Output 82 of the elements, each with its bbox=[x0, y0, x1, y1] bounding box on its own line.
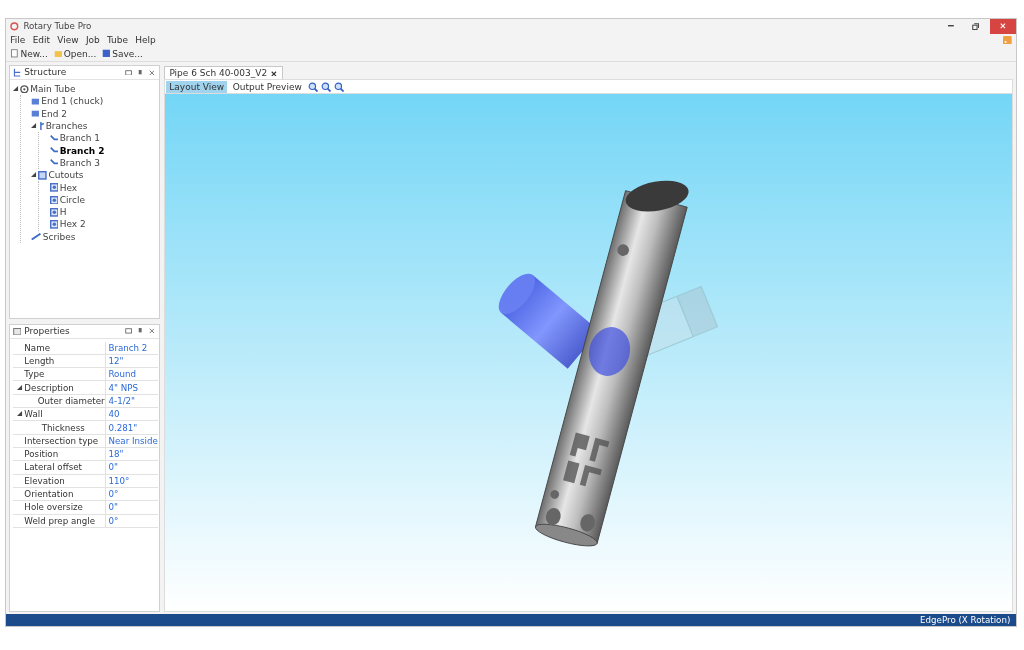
property-name: Lateral offset bbox=[24, 462, 82, 473]
tree-item[interactable]: Scribes bbox=[42, 231, 76, 242]
3d-viewport[interactable] bbox=[164, 93, 1014, 612]
expand-arrow-icon[interactable] bbox=[31, 172, 37, 179]
property-name: Position bbox=[24, 449, 59, 460]
property-value[interactable]: Round bbox=[105, 368, 158, 382]
window-title: Rotary Tube Pro bbox=[23, 21, 93, 32]
zoom-in-icon[interactable] bbox=[307, 81, 318, 93]
tree-item[interactable]: Branch 3 bbox=[59, 157, 100, 168]
panel-title: Structure bbox=[24, 67, 68, 78]
zoom-fit-icon[interactable] bbox=[333, 81, 344, 93]
pen-icon bbox=[31, 233, 42, 241]
property-value[interactable]: 4-1/2" bbox=[105, 394, 158, 409]
app-logo-icon bbox=[10, 21, 20, 31]
tree-item[interactable]: Hex bbox=[59, 182, 78, 193]
float-icon[interactable] bbox=[123, 68, 133, 77]
property-value[interactable]: Near Inside bbox=[105, 434, 158, 448]
property-name: Hole oversize bbox=[24, 502, 83, 513]
property-value[interactable]: 18" bbox=[105, 448, 158, 462]
property-value[interactable]: 110° bbox=[105, 474, 158, 488]
property-value[interactable]: 0° bbox=[105, 514, 158, 528]
property-name: Wall bbox=[24, 409, 43, 420]
folder-icon bbox=[53, 49, 63, 59]
expand-arrow-icon[interactable] bbox=[12, 86, 19, 92]
cutout-icon bbox=[49, 183, 59, 192]
property-name: Outer diameter bbox=[37, 395, 105, 406]
property-name: Weld prep angle bbox=[24, 515, 96, 526]
new-file-icon bbox=[10, 49, 20, 59]
toolbar-button[interactable]: Open... bbox=[53, 48, 97, 59]
tree-item[interactable]: Branch 2 bbox=[59, 145, 105, 156]
properties-icon bbox=[12, 326, 22, 336]
tree-item[interactable]: H bbox=[59, 207, 67, 218]
expand-arrow-icon[interactable] bbox=[17, 384, 23, 391]
property-value[interactable]: 40 bbox=[105, 408, 158, 422]
property-name: Intersection type bbox=[24, 435, 99, 446]
property-name: Description bbox=[24, 382, 74, 393]
expand-arrow-icon[interactable] bbox=[17, 411, 23, 418]
cutout-icon bbox=[49, 195, 59, 205]
toolbar-button[interactable]: Save... bbox=[102, 48, 143, 59]
tree-item[interactable]: Branch 1 bbox=[59, 133, 100, 144]
branch-icon bbox=[38, 121, 45, 131]
property-value[interactable]: 0° bbox=[105, 487, 158, 502]
property-value[interactable]: 12" bbox=[105, 354, 158, 369]
tree-item[interactable]: Main Tube bbox=[30, 84, 76, 95]
property-value[interactable]: 0" bbox=[105, 501, 158, 515]
property-name: Length bbox=[24, 356, 55, 366]
property-name: Orientation bbox=[24, 489, 74, 500]
property-name: Type bbox=[24, 369, 45, 380]
panel-title: Properties bbox=[24, 326, 71, 337]
document-tab[interactable]: Pipe 6 Sch 40-003_V2 bbox=[164, 66, 283, 80]
tree-item[interactable]: End 2 bbox=[41, 108, 67, 119]
toolbar-button[interactable]: New... bbox=[10, 48, 48, 59]
expand-arrow-icon[interactable] bbox=[31, 123, 37, 129]
cutout-icon bbox=[38, 170, 48, 180]
property-name: Thickness bbox=[41, 422, 85, 433]
menu-item[interactable]: File bbox=[10, 35, 26, 45]
property-value[interactable]: 4" NPS bbox=[105, 381, 158, 395]
tree-item[interactable]: Branches bbox=[45, 120, 88, 131]
view-tab[interactable]: Output Preview bbox=[229, 81, 305, 93]
tree-item[interactable]: Circle bbox=[59, 194, 85, 205]
cutout-icon bbox=[49, 207, 59, 217]
tree-icon bbox=[12, 68, 22, 77]
cutout-icon bbox=[49, 220, 59, 229]
menu-item[interactable]: Job bbox=[85, 35, 100, 45]
menu-item[interactable]: Edit bbox=[32, 35, 51, 45]
close-icon[interactable] bbox=[271, 70, 278, 77]
float-icon[interactable] bbox=[123, 326, 133, 336]
menu-item[interactable]: View bbox=[57, 35, 79, 45]
menu-item[interactable]: Tube bbox=[107, 35, 129, 45]
tree-item[interactable]: End 1 (chuck) bbox=[41, 96, 104, 107]
property-value[interactable]: Branch 2 bbox=[105, 341, 158, 355]
tree-item[interactable]: Hex 2 bbox=[59, 219, 86, 230]
zoom-out-icon[interactable] bbox=[320, 81, 331, 93]
menu-item[interactable]: Help bbox=[135, 35, 156, 45]
save-icon bbox=[102, 49, 111, 59]
property-name: Elevation bbox=[24, 475, 65, 486]
view-tab[interactable]: Layout View bbox=[166, 81, 227, 93]
status-text: EdgePro (X Rotation) bbox=[920, 615, 1011, 626]
property-value[interactable]: 0" bbox=[105, 461, 158, 475]
tree-item[interactable]: Cutouts bbox=[48, 170, 84, 181]
property-name: Name bbox=[24, 342, 50, 353]
property-value[interactable]: 0.281" bbox=[105, 421, 158, 435]
